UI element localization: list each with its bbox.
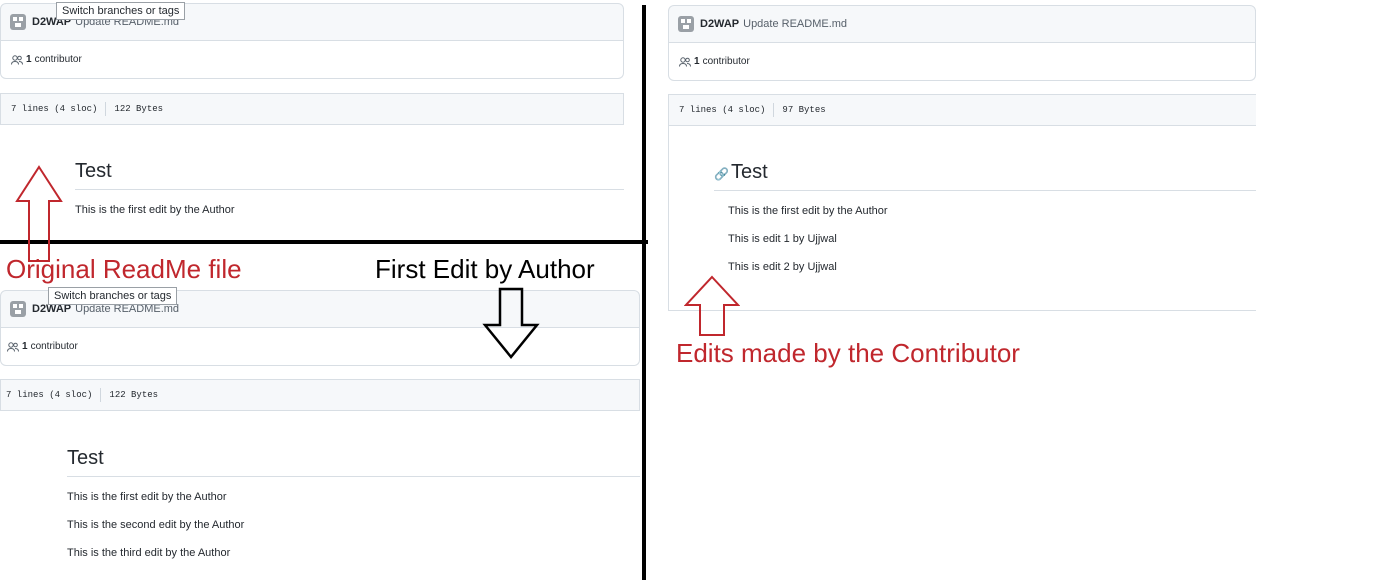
annotation-contributor: Edits made by the Contributor [676,338,1020,368]
file-info-bar: 7 lines (4 sloc) 97 Bytes [668,94,1256,126]
readme-content: 🔗 Test This is the first edit by the Auth… [714,161,1256,273]
up-arrow-icon [684,275,740,336]
link-icon[interactable]: 🔗 [714,167,729,181]
people-icon [7,341,19,352]
commit-author[interactable]: D2WAP [700,18,739,30]
avatar-icon[interactable] [678,16,694,32]
commit-header: D2WAP Update README.md [668,5,1256,43]
separator [105,102,107,116]
readme-line: This is the first edit by the Author [728,205,888,217]
contributor-count: 1 [22,341,28,352]
readme-heading: Test [67,447,640,477]
readme-heading-text: Test [730,161,768,183]
readme-line: This is the first edit by the Author [67,491,227,503]
contributor-count: 1 [26,54,32,65]
people-icon [679,56,691,67]
branch-tooltip: Switch branches or tags [48,287,178,305]
annotation-first-edit: First Edit by Author [375,254,595,284]
file-size: 122 Bytes [109,390,159,400]
file-size: 97 Bytes [782,105,826,115]
avatar-icon[interactable] [10,301,26,317]
file-lines: 7 lines (4 sloc) [11,104,98,114]
contributor-count: 1 [694,56,700,67]
contributors-row[interactable]: 1 contributor [0,41,624,79]
readme-line: This is the third edit by the Author [67,547,231,559]
contributor-label: contributor [34,54,82,65]
readme-heading: 🔗 Test [714,161,1256,191]
original-readme-panel: D2WAP Update README.md 1 contributor 7 l… [0,0,624,240]
separator [773,103,775,117]
readme-content: Test This is the first edit by the Autho… [75,160,624,216]
separator [100,388,102,402]
readme-line: This is the first edit by the Author [75,204,235,216]
file-info-bar: 7 lines (4 sloc) 122 Bytes [0,93,624,125]
commit-message[interactable]: Update README.md [743,18,847,30]
readme-line: This is edit 2 by Ujjwal [728,261,837,273]
people-icon [11,54,23,65]
vertical-divider [642,5,646,580]
contributor-edit-panel: D2WAP Update README.md 1 contributor 7 l… [668,0,1256,312]
readme-content: Test This is the first edit by the Autho… [67,447,640,559]
up-arrow-icon [15,165,63,262]
file-lines: 7 lines (4 sloc) [679,105,766,115]
readme-line: This is the second edit by the Author [67,519,245,531]
contributor-label: contributor [30,341,78,352]
branch-tooltip: Switch branches or tags [56,2,186,20]
down-arrow-icon [482,287,540,359]
contributor-label: contributor [702,56,750,67]
file-lines: 7 lines (4 sloc) [6,390,93,400]
file-size: 122 Bytes [114,104,164,114]
author-edit-panel: D2WAP Update README.md 1 contributor 7 l… [0,289,640,580]
contributors-row[interactable]: 1 contributor [0,328,640,366]
file-info-bar: 7 lines (4 sloc) 122 Bytes [0,379,640,411]
horizontal-divider [0,240,648,244]
contributors-row[interactable]: 1 contributor [668,43,1256,81]
annotation-original: Original ReadMe file [6,254,242,284]
readme-line: This is edit 1 by Ujjwal [728,233,837,245]
avatar-icon[interactable] [10,14,26,30]
readme-heading: Test [75,160,624,190]
